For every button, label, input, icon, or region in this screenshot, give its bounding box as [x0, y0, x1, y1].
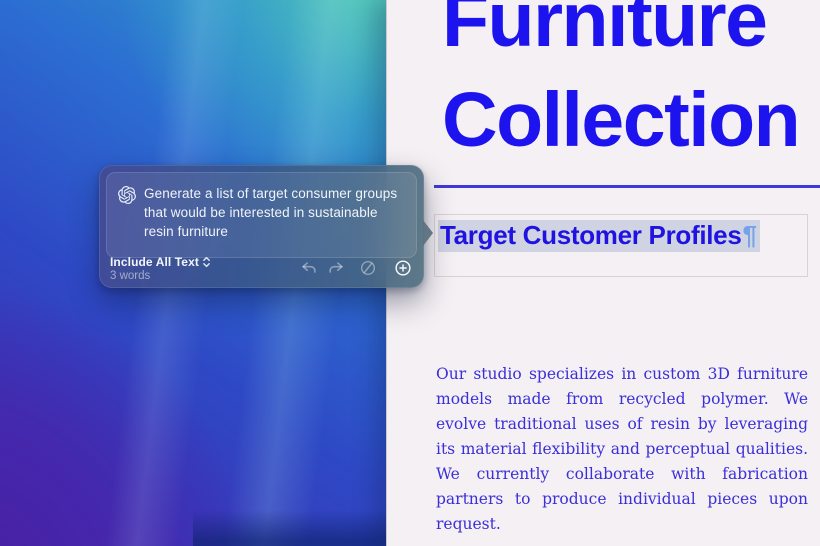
section-divider — [434, 185, 820, 188]
popup-footer: Include All Text 3 words — [99, 252, 424, 288]
undo-button[interactable] — [300, 259, 318, 277]
body-paragraph[interactable]: Our studio specializes in custom 3D furn… — [436, 362, 808, 537]
chatgpt-writing-tools-popup: Generate a list of target consumer group… — [99, 165, 424, 288]
section-heading-text[interactable]: Target Customer Profiles — [440, 220, 742, 250]
prompt-card[interactable]: Generate a list of target consumer group… — [106, 172, 417, 258]
scope-label: Include All Text — [110, 255, 199, 269]
document-title-line2: Collection — [442, 70, 799, 170]
footer-left: Include All Text 3 words — [110, 255, 211, 282]
scope-selector[interactable]: Include All Text — [110, 255, 211, 269]
prompt-text[interactable]: Generate a list of target consumer group… — [144, 185, 406, 257]
document-title: Furniture Collection — [442, 0, 799, 170]
footer-actions — [300, 259, 412, 277]
document-title-line1: Furniture — [442, 0, 799, 70]
chevron-up-down-icon — [202, 255, 211, 269]
redo-button[interactable] — [327, 259, 345, 277]
retry-circle-icon[interactable] — [359, 259, 377, 277]
add-button[interactable] — [394, 259, 412, 277]
document-page: Furniture Collection Target Customer Pro… — [386, 0, 820, 546]
openai-logo-icon — [118, 186, 136, 204]
word-count: 3 words — [110, 270, 211, 282]
paragraph-mark: ¶ — [743, 220, 757, 250]
screenshot-root: Furniture Collection Target Customer Pro… — [0, 0, 820, 546]
section-heading-block[interactable]: Target Customer Profiles¶ — [434, 214, 808, 277]
selected-text-highlight[interactable]: Target Customer Profiles¶ — [438, 220, 760, 252]
